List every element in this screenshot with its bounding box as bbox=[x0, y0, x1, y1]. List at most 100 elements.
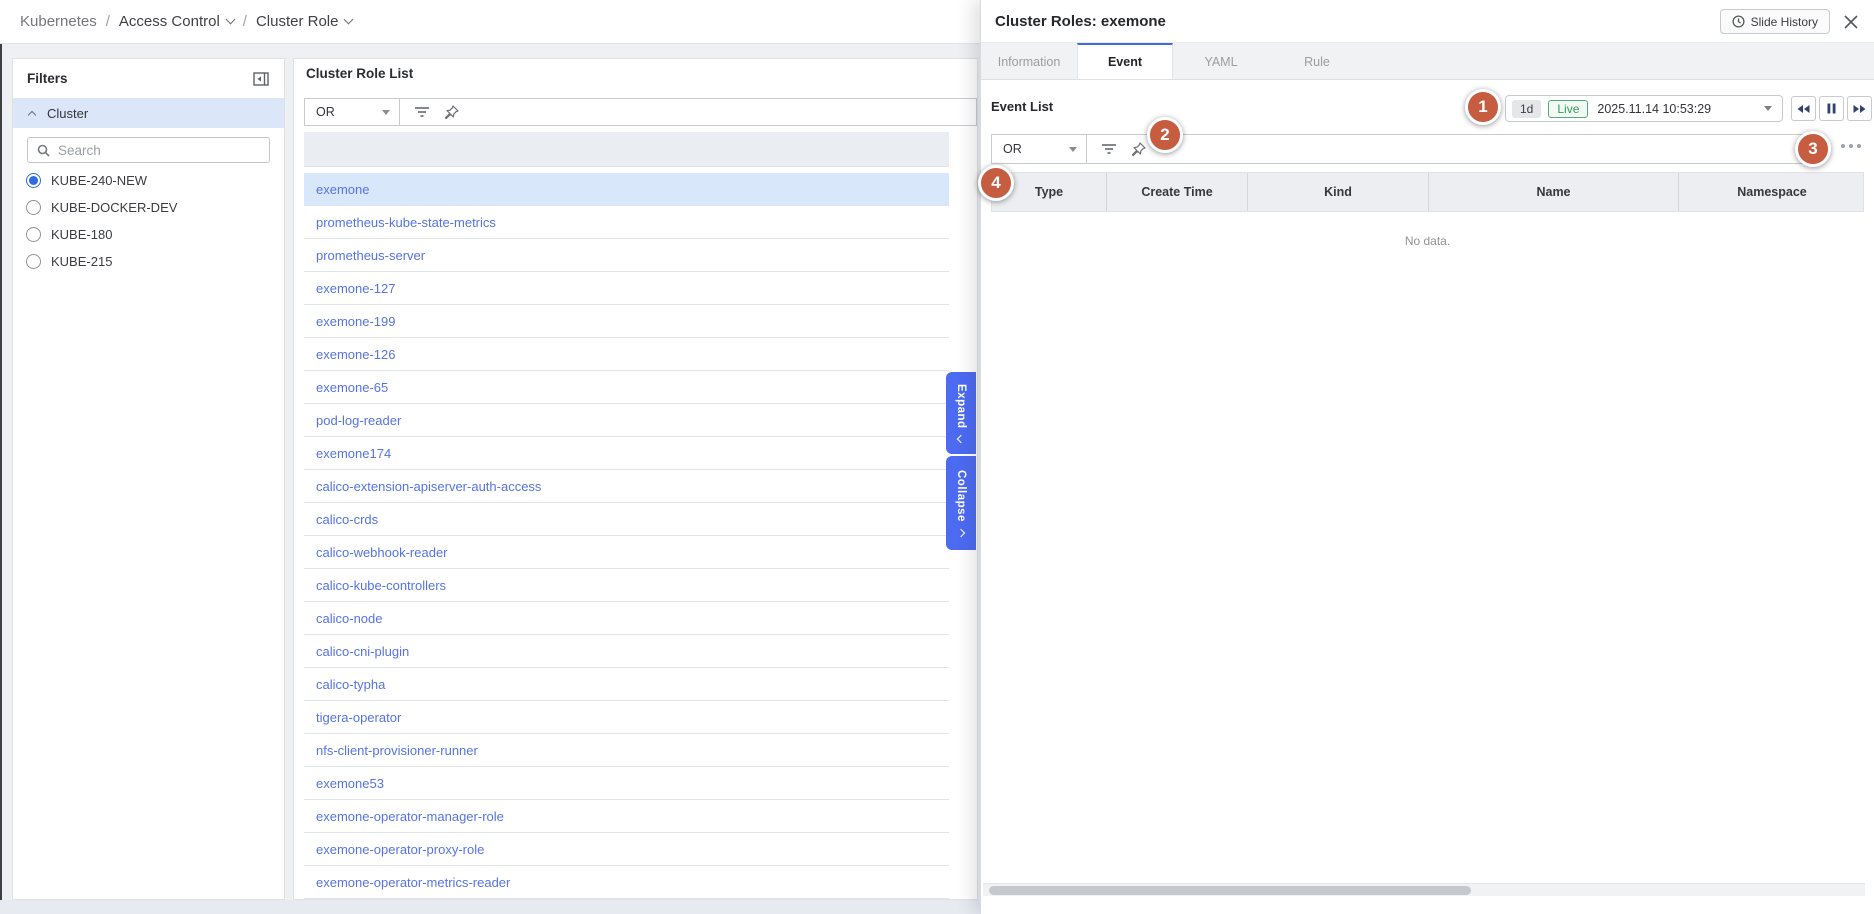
caret-down-icon bbox=[382, 110, 390, 115]
more-options-icon[interactable] bbox=[1841, 144, 1861, 148]
pin-icon[interactable] bbox=[444, 105, 459, 120]
radio-unselected-icon[interactable] bbox=[26, 227, 41, 242]
table-row[interactable]: exemone bbox=[304, 173, 949, 206]
range-chip[interactable]: 1d bbox=[1512, 100, 1541, 118]
role-link[interactable]: calico-node bbox=[316, 611, 383, 626]
role-link[interactable]: calico-typha bbox=[316, 677, 385, 692]
table-row[interactable]: prometheus-server bbox=[304, 239, 949, 272]
empty-state-text: No data. bbox=[991, 234, 1864, 248]
table-row[interactable]: calico-extension-apiserver-auth-access bbox=[304, 470, 949, 503]
role-link[interactable]: exemone-65 bbox=[316, 380, 388, 395]
scrollbar-thumb[interactable] bbox=[989, 886, 1471, 895]
role-link[interactable]: calico-crds bbox=[316, 512, 378, 527]
drawer-tabbar: InformationEventYAMLRule bbox=[981, 43, 1874, 80]
table-row[interactable]: nfs-client-provisioner-runner bbox=[304, 734, 949, 767]
breadcrumb-menu-cluster-role[interactable]: Cluster Role bbox=[256, 13, 353, 30]
radio-selected-icon[interactable] bbox=[26, 173, 41, 188]
tab-information[interactable]: Information bbox=[981, 43, 1077, 79]
table-row[interactable]: calico-crds bbox=[304, 503, 949, 536]
role-link[interactable]: exemone-126 bbox=[316, 347, 396, 362]
role-link[interactable]: exemone-operator-metrics-reader bbox=[316, 875, 510, 890]
timestamp-value: 2025.11.14 10:53:29 bbox=[1597, 102, 1711, 116]
search-icon bbox=[37, 144, 50, 157]
tab-yaml[interactable]: YAML bbox=[1173, 43, 1269, 79]
role-link[interactable]: nfs-client-provisioner-runner bbox=[316, 743, 478, 758]
table-row[interactable]: tigera-operator bbox=[304, 701, 949, 734]
breadcrumb-menu-label: Access Control bbox=[119, 13, 220, 30]
cluster-radio-list: KUBE-240-NEW KUBE-DOCKER-DEV KUBE-180KUBE-… bbox=[13, 167, 284, 275]
table-row[interactable]: exemone-199 bbox=[304, 305, 949, 338]
slide-history-button[interactable]: Slide History bbox=[1720, 9, 1830, 34]
role-link[interactable]: exemone-127 bbox=[316, 281, 396, 296]
role-link[interactable]: calico-webhook-reader bbox=[316, 545, 448, 560]
filters-section-label: Cluster bbox=[47, 106, 88, 121]
table-row[interactable]: calico-typha bbox=[304, 668, 949, 701]
collapse-handle[interactable]: Collapse bbox=[946, 456, 976, 550]
breadcrumb-menu-access-control[interactable]: Access Control bbox=[119, 13, 234, 30]
table-row[interactable]: exemone53 bbox=[304, 767, 949, 800]
operator-select[interactable]: OR bbox=[305, 99, 400, 125]
table-row[interactable]: exemone-operator-metrics-reader bbox=[304, 866, 949, 899]
collapse-label: Collapse bbox=[955, 470, 967, 522]
cluster-radio-option[interactable]: KUBE-240-NEW bbox=[13, 167, 284, 194]
cluster-search bbox=[27, 137, 270, 163]
table-row[interactable]: calico-cni-plugin bbox=[304, 635, 949, 668]
table-row[interactable]: pod-log-reader bbox=[304, 404, 949, 437]
app-window: Kubernetes / Access Control / Cluster Ro… bbox=[0, 0, 1874, 914]
radio-unselected-icon[interactable] bbox=[26, 200, 41, 215]
filter-icon[interactable] bbox=[1101, 143, 1117, 155]
tab-rule[interactable]: Rule bbox=[1269, 43, 1365, 79]
role-link[interactable]: calico-cni-plugin bbox=[316, 644, 409, 659]
search-input[interactable] bbox=[58, 143, 258, 158]
role-link[interactable]: exemone-operator-manager-role bbox=[316, 809, 504, 824]
cluster-radio-label: KUBE-DOCKER-DEV bbox=[51, 200, 177, 215]
table-row[interactable]: calico-kube-controllers bbox=[304, 569, 949, 602]
role-link[interactable]: prometheus-server bbox=[316, 248, 425, 263]
table-row[interactable]: exemone-65 bbox=[304, 371, 949, 404]
radio-unselected-icon[interactable] bbox=[26, 254, 41, 269]
cluster-radio-option[interactable]: KUBE-180 bbox=[13, 221, 284, 248]
role-link[interactable]: pod-log-reader bbox=[316, 413, 401, 428]
role-link[interactable]: exemone-199 bbox=[316, 314, 396, 329]
filter-icon[interactable] bbox=[414, 106, 430, 118]
tab-event[interactable]: Event bbox=[1077, 43, 1173, 79]
clock-icon bbox=[1732, 15, 1745, 28]
table-row[interactable]: exemone174 bbox=[304, 437, 949, 470]
table-row[interactable]: calico-node bbox=[304, 602, 949, 635]
pin-icon[interactable] bbox=[1131, 142, 1146, 157]
caret-down-icon bbox=[1764, 106, 1772, 111]
filters-panel: Filters Cluster KUBE-240-NEW KUBE-DOCKER-… bbox=[12, 58, 285, 900]
role-link[interactable]: tigera-operator bbox=[316, 710, 401, 725]
table-row[interactable]: prometheus-kube-state-metrics bbox=[304, 206, 949, 239]
pause-button[interactable] bbox=[1819, 96, 1844, 121]
rewind-button[interactable] bbox=[1791, 96, 1816, 121]
event-table-header: TypeCreate TimeKindNameNamespace bbox=[991, 172, 1864, 212]
collapse-panel-icon[interactable] bbox=[252, 70, 270, 88]
filters-section-cluster[interactable]: Cluster bbox=[13, 98, 284, 128]
role-link[interactable]: prometheus-kube-state-metrics bbox=[316, 215, 496, 230]
table-row[interactable]: exemone-operator-manager-role bbox=[304, 800, 949, 833]
cluster-radio-option[interactable]: KUBE-215 bbox=[13, 248, 284, 275]
table-row[interactable]: exemone-operator-proxy-role bbox=[304, 833, 949, 866]
operator-select[interactable]: OR bbox=[992, 135, 1087, 163]
role-link[interactable]: exemone bbox=[316, 182, 369, 197]
role-link[interactable]: exemone53 bbox=[316, 776, 384, 791]
table-row[interactable]: exemone-127 bbox=[304, 272, 949, 305]
detail-drawer: Cluster Roles: exemone Slide History Inf… bbox=[980, 0, 1874, 914]
filters-header: Filters bbox=[13, 59, 284, 98]
fast-forward-button[interactable] bbox=[1847, 96, 1872, 121]
time-range-control[interactable]: 1d Live 2025.11.14 10:53:29 bbox=[1505, 95, 1783, 122]
table-row[interactable]: calico-webhook-reader bbox=[304, 536, 949, 569]
live-chip[interactable]: Live bbox=[1548, 100, 1588, 118]
role-link[interactable]: exemone-operator-proxy-role bbox=[316, 842, 484, 857]
cluster-radio-option[interactable]: KUBE-DOCKER-DEV bbox=[13, 194, 284, 221]
drawer-header: Cluster Roles: exemone Slide History bbox=[981, 0, 1874, 43]
event-list-title: Event List bbox=[991, 99, 1053, 114]
column-header: Create Time bbox=[1107, 173, 1248, 211]
role-link[interactable]: calico-kube-controllers bbox=[316, 578, 446, 593]
role-link[interactable]: exemone174 bbox=[316, 446, 391, 461]
close-icon[interactable] bbox=[1840, 11, 1862, 33]
table-row[interactable]: exemone-126 bbox=[304, 338, 949, 371]
role-link[interactable]: calico-extension-apiserver-auth-access bbox=[316, 479, 541, 494]
expand-handle[interactable]: Expand bbox=[946, 372, 976, 454]
